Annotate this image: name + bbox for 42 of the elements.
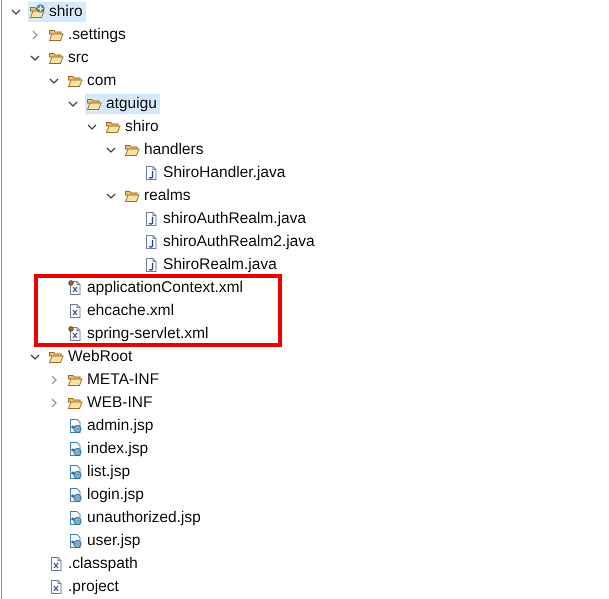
- tree-item[interactable]: WEB-INF: [66, 392, 156, 412]
- tree-item[interactable]: shiroAuthRealm2.java: [142, 232, 318, 252]
- xml-file-icon: [67, 280, 83, 296]
- xml-file-icon: [48, 578, 64, 594]
- tree-item[interactable]: applicationContext.xml: [66, 278, 246, 298]
- tree-item[interactable]: shiroAuthRealm.java: [142, 208, 310, 228]
- tree-item[interactable]: ehcache.xml: [66, 300, 178, 320]
- tree-item[interactable]: realms: [123, 186, 194, 206]
- tree-item[interactable]: user.jsp: [66, 530, 144, 550]
- tree-item[interactable]: list.jsp: [66, 462, 134, 482]
- tree-item[interactable]: admin.jsp: [66, 416, 156, 436]
- tree-item[interactable]: src: [47, 48, 92, 68]
- tree-item[interactable]: shiro: [28, 2, 86, 22]
- tree-item[interactable]: ShiroRealm.java: [142, 254, 280, 274]
- java-file-icon: [143, 210, 159, 226]
- xml-file-icon: [48, 556, 64, 572]
- jsp-file-icon: [67, 418, 83, 434]
- xml-file-icon: [67, 326, 83, 342]
- tree-item[interactable]: .settings: [47, 24, 129, 44]
- tree-item[interactable]: index.jsp: [66, 438, 152, 458]
- tree-item[interactable]: ShiroHandler.java: [142, 162, 288, 182]
- tree-item[interactable]: .project: [47, 576, 122, 596]
- jsp-file-icon: [67, 464, 83, 480]
- project-folder-icon: [29, 4, 45, 20]
- tree-item[interactable]: spring-servlet.xml: [66, 324, 212, 344]
- tree-item[interactable]: .classpath: [47, 554, 141, 574]
- tree-item[interactable]: login.jsp: [66, 484, 147, 504]
- java-file-icon: [143, 256, 159, 272]
- tree-item[interactable]: shiro: [104, 116, 162, 136]
- jsp-file-icon: [67, 440, 83, 456]
- java-file-icon: [143, 234, 159, 250]
- jsp-file-icon: [67, 510, 83, 526]
- tree-item[interactable]: atguigu: [85, 94, 160, 114]
- jsp-file-icon: [67, 532, 83, 548]
- tree-item[interactable]: META-INF: [66, 370, 162, 390]
- jsp-file-icon: [67, 486, 83, 502]
- tree-item[interactable]: unauthorized.jsp: [66, 508, 204, 528]
- tree-item[interactable]: com: [66, 70, 120, 90]
- tree-item[interactable]: handlers: [123, 140, 206, 160]
- tree-item[interactable]: WebRoot: [47, 346, 136, 366]
- xml-file-icon: [67, 302, 83, 318]
- java-file-icon: [143, 164, 159, 180]
